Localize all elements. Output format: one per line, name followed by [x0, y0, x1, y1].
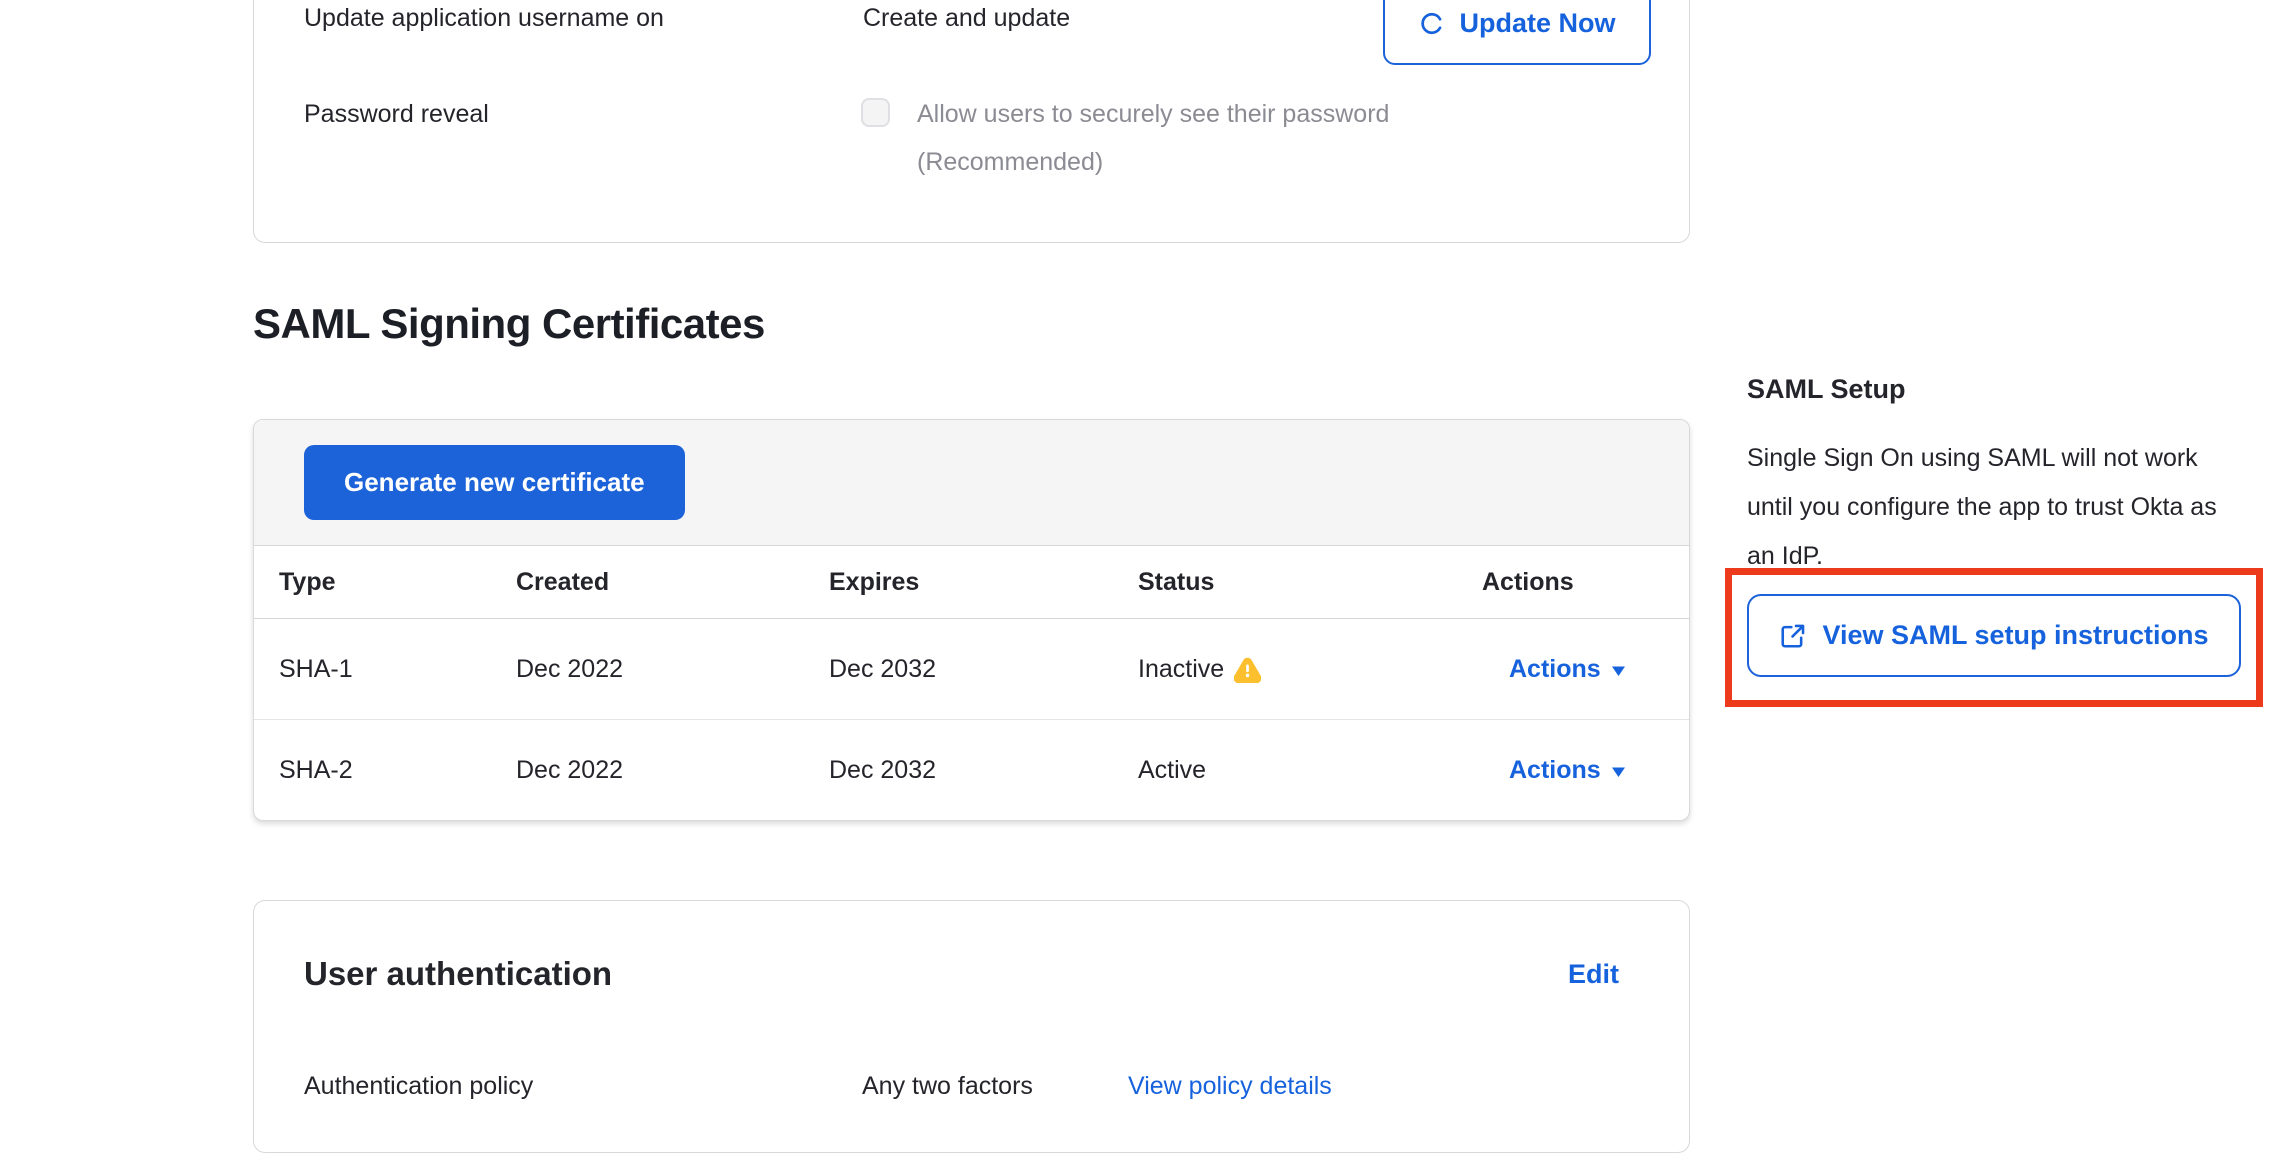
actions-dropdown[interactable]: Actions [1509, 720, 1626, 821]
cert-type: SHA-1 [279, 619, 353, 719]
page: Update application username on Create an… [0, 0, 2279, 1158]
update-now-button[interactable]: Update Now [1383, 0, 1651, 65]
certificates-card: Generate new certificate Type Created Ex… [253, 419, 1690, 821]
refresh-icon [1418, 10, 1445, 37]
actions-dropdown-label: Actions [1509, 655, 1601, 684]
sign-on-settings-card: Update application username on Create an… [253, 0, 1690, 243]
update-now-label: Update Now [1459, 8, 1615, 39]
page-title: SAML Signing Certificates [253, 300, 765, 348]
user-authentication-title: User authentication [304, 954, 612, 994]
cert-expires: Dec 2032 [829, 619, 936, 719]
password-reveal-option-text: Allow users to securely see their passwo… [917, 99, 1389, 129]
password-reveal-option-note: (Recommended) [917, 147, 1103, 177]
generate-certificate-button[interactable]: Generate new certificate [304, 445, 685, 520]
saml-setup-title: SAML Setup [1747, 373, 1906, 405]
user-authentication-card: User authentication Edit Authentication … [253, 900, 1690, 1153]
cert-status: Active [1138, 756, 1206, 785]
cert-status: Inactive [1138, 655, 1224, 684]
chevron-down-icon [1611, 766, 1626, 778]
cert-type: SHA-2 [279, 720, 353, 821]
view-saml-setup-label: View SAML setup instructions [1822, 620, 2208, 651]
password-reveal-label: Password reveal [304, 99, 489, 129]
column-header-type: Type [279, 546, 336, 618]
authentication-policy-label: Authentication policy [304, 1071, 533, 1101]
username-update-value: Create and update [863, 3, 1070, 33]
password-reveal-checkbox[interactable] [861, 98, 890, 127]
saml-setup-description: Single Sign On using SAML will not work … [1747, 434, 2217, 581]
view-saml-setup-instructions-button[interactable]: View SAML setup instructions [1747, 594, 2241, 677]
column-header-actions: Actions [1482, 546, 1574, 618]
edit-link[interactable]: Edit [1568, 959, 1619, 990]
actions-dropdown-label: Actions [1509, 756, 1601, 785]
column-header-created: Created [516, 546, 609, 618]
table-row: SHA-2 Dec 2022 Dec 2032 Active Actions [254, 720, 1689, 821]
cert-created: Dec 2022 [516, 720, 623, 821]
chevron-down-icon [1611, 665, 1626, 677]
column-header-expires: Expires [829, 546, 919, 618]
table-row: SHA-1 Dec 2022 Dec 2032 Inactive Actions [254, 619, 1689, 720]
username-update-label: Update application username on [304, 3, 664, 33]
authentication-policy-value: Any two factors [862, 1071, 1033, 1101]
view-policy-details-link[interactable]: View policy details [1128, 1071, 1332, 1101]
column-header-status: Status [1138, 546, 1214, 618]
actions-dropdown[interactable]: Actions [1509, 619, 1626, 719]
cert-expires: Dec 2032 [829, 720, 936, 821]
cert-created: Dec 2022 [516, 619, 623, 719]
certificates-toolbar: Generate new certificate [254, 420, 1689, 546]
external-link-icon [1779, 622, 1807, 650]
table-header-row: Type Created Expires Status Actions [254, 546, 1689, 619]
warning-icon [1234, 656, 1261, 683]
